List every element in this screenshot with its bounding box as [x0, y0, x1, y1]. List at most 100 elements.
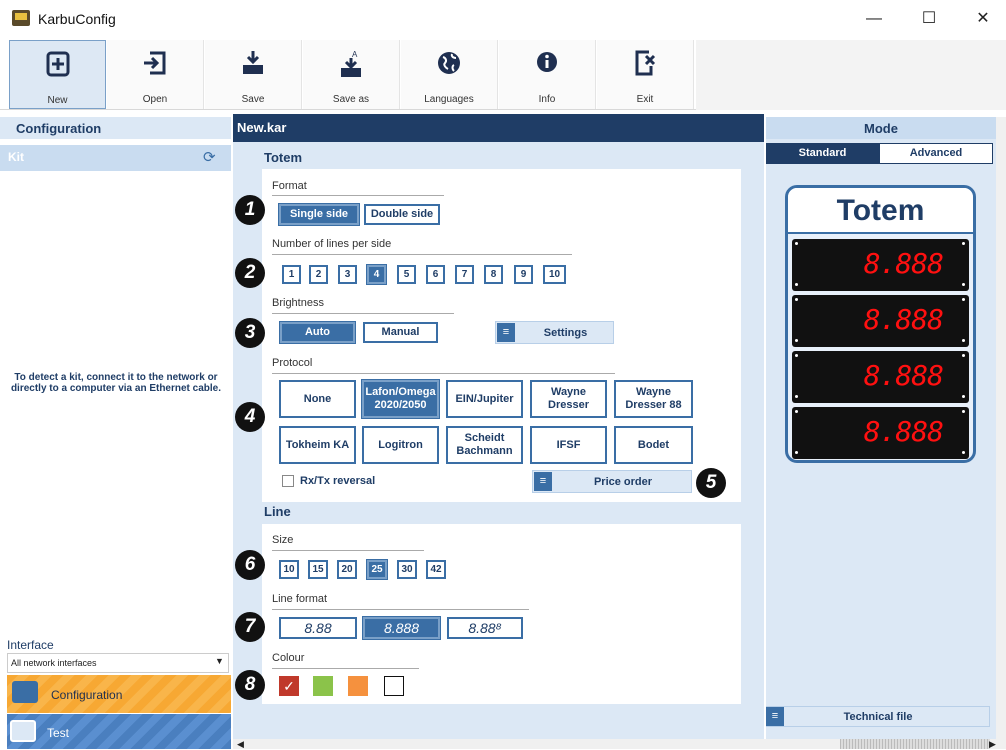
size-option-20[interactable]: 20 [337, 560, 357, 579]
size-option-25[interactable]: 25 [366, 559, 388, 580]
languages-button[interactable]: Languages [401, 40, 498, 109]
protocol-lafon-omega[interactable]: Lafon/Omega 2020/2050 [361, 379, 440, 419]
colour-red-swatch[interactable]: ✓ [279, 676, 299, 696]
display-line-1: 8.888 [792, 239, 969, 291]
save-button[interactable]: Save [205, 40, 302, 109]
protocol-none[interactable]: None [279, 380, 356, 418]
lines-option-3[interactable]: 3 [338, 265, 357, 284]
line-panel [262, 524, 741, 704]
protocol-wayne-dresser-88[interactable]: Wayne Dresser 88 [614, 380, 693, 418]
display-line-2: 8.888 [792, 295, 969, 347]
size-option-42[interactable]: 42 [426, 560, 446, 579]
lines-label: Number of lines per side [272, 238, 392, 250]
line-format-option-1[interactable]: 8.88 [279, 617, 357, 639]
test-icon [10, 720, 36, 742]
colour-white-swatch[interactable] [384, 676, 404, 696]
display-corner-dot [795, 339, 798, 342]
info-label: Info [538, 94, 556, 105]
sort-icon: ≡ [534, 472, 552, 491]
lines-option-2[interactable]: 2 [309, 265, 328, 284]
chevron-down-icon[interactable]: ▼ [215, 656, 224, 666]
info-icon [537, 52, 557, 72]
refresh-icon[interactable]: ⟳ [203, 148, 216, 166]
price-order-button[interactable]: Price order [532, 470, 692, 493]
line-format-divider [272, 609, 529, 610]
exit-button[interactable]: Exit [597, 40, 694, 109]
open-button[interactable]: Open [107, 40, 204, 109]
line-format-option-2[interactable]: 8.888 [362, 616, 441, 640]
display-line-4: 8.888 [792, 407, 969, 459]
callout-1: 1 [235, 195, 265, 225]
protocol-bodet[interactable]: Bodet [614, 426, 693, 464]
save-as-label: Save as [332, 94, 370, 105]
protocol-logitron[interactable]: Logitron [362, 426, 439, 464]
info-button[interactable]: Info [499, 40, 596, 109]
scroll-left-arrow-icon[interactable]: ◀ [237, 739, 244, 750]
format-single-side[interactable]: Single side [278, 203, 360, 226]
lines-option-1[interactable]: 1 [282, 265, 301, 284]
size-option-30[interactable]: 30 [397, 560, 417, 579]
save-as-button[interactable]: A Save as [303, 40, 400, 109]
callout-5: 5 [696, 468, 726, 498]
toolbar-empty-area [696, 40, 1006, 110]
app-logo-icon [12, 10, 30, 26]
line-format-option-3[interactable]: 8.88⁸ [447, 617, 523, 639]
protocol-ifsf[interactable]: IFSF [530, 426, 607, 464]
line-section-title: Line [264, 504, 291, 519]
lines-option-8[interactable]: 8 [484, 265, 503, 284]
document-title: New.kar [233, 114, 764, 142]
colour-divider [272, 668, 419, 669]
new-button[interactable]: New [9, 40, 106, 109]
colour-label: Colour [272, 652, 305, 664]
protocol-ein-jupiter[interactable]: EIN/Jupiter [446, 380, 523, 418]
mode-advanced-tab[interactable]: Advanced [879, 143, 993, 164]
format-double-side[interactable]: Double side [364, 204, 440, 225]
lines-option-4[interactable]: 4 [366, 264, 387, 285]
nav-configuration[interactable]: Configuration [7, 675, 231, 713]
callout-7: 7 [235, 612, 265, 642]
display-corner-dot [962, 410, 965, 413]
vertical-scrollbar[interactable] [996, 117, 1006, 739]
rxtx-checkbox[interactable] [282, 475, 294, 487]
maximize-button[interactable]: ☐ [906, 4, 952, 34]
lines-option-6[interactable]: 6 [426, 265, 445, 284]
lines-option-7[interactable]: 7 [455, 265, 474, 284]
lines-option-5[interactable]: 5 [397, 265, 416, 284]
callout-8: 8 [235, 670, 265, 700]
minimize-button[interactable]: — [851, 4, 897, 34]
technical-file-button[interactable]: Technical file [766, 706, 990, 727]
totem-section-title: Totem [264, 150, 303, 165]
lines-option-10[interactable]: 10 [543, 265, 566, 284]
scroll-right-arrow-icon[interactable]: ▶ [989, 739, 996, 750]
display-corner-dot [962, 298, 965, 301]
brightness-manual[interactable]: Manual [363, 322, 438, 343]
save-as-icon: A [341, 50, 361, 77]
size-option-15[interactable]: 15 [308, 560, 328, 579]
display-corner-dot [962, 451, 965, 454]
brightness-auto[interactable]: Auto [279, 321, 356, 344]
colour-green-swatch[interactable] [313, 676, 333, 696]
totem-preview: Totem 8.888 8.888 8.888 8.888 [785, 185, 976, 463]
lines-option-9[interactable]: 9 [514, 265, 533, 284]
totem-preview-title: Totem [788, 188, 973, 234]
protocol-scheidt-bachmann[interactable]: Scheidt Bachmann [446, 426, 523, 464]
display-corner-dot [795, 410, 798, 413]
brightness-divider [272, 313, 454, 314]
exit-label: Exit [636, 94, 654, 105]
mode-standard-tab[interactable]: Standard [766, 143, 879, 164]
format-label: Format [272, 180, 307, 192]
display-line-3: 8.888 [792, 351, 969, 403]
horizontal-scroll-thumb[interactable] [840, 739, 990, 749]
protocol-wayne-dresser[interactable]: Wayne Dresser [530, 380, 607, 418]
nav-test[interactable]: Test [7, 714, 231, 749]
interface-select[interactable]: All network interfaces [7, 653, 229, 673]
close-button[interactable]: ✕ [960, 4, 1006, 34]
display-corner-dot [962, 283, 965, 286]
line-format-label: Line format [272, 593, 328, 605]
size-option-10[interactable]: 10 [279, 560, 299, 579]
protocol-tokheim-ka[interactable]: Tokheim KA [279, 426, 356, 464]
colour-orange-swatch[interactable] [348, 676, 368, 696]
configuration-header: Configuration [0, 117, 231, 139]
window-title: KarbuConfig [38, 11, 116, 27]
display-corner-dot [795, 242, 798, 245]
